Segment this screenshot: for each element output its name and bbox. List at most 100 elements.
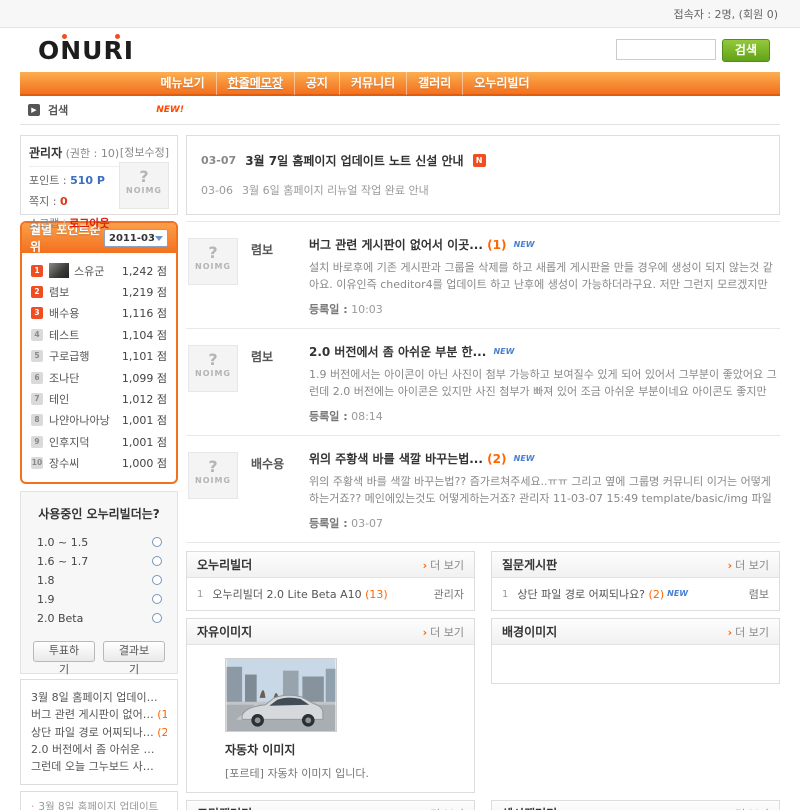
subnav: ▶ 검색 NEW! <box>20 96 780 125</box>
edit-info-link[interactable]: [정보수정] <box>120 144 169 160</box>
nav-item-builder[interactable]: 오누리빌더 <box>462 71 540 95</box>
post-body: 설치 바로후에 기존 게시판과 그룹을 삭제를 하고 새롭게 게시판을 만들 경… <box>309 261 773 292</box>
list-item[interactable]: 그런데 오늘 그누보드 사… <box>31 758 167 775</box>
nav-item-memo[interactable]: 한줄메모장 <box>215 71 294 95</box>
scrap-link[interactable]: 스크랩 <box>29 217 59 230</box>
noimg-thumbnail[interactable]: ? NOIMG <box>188 452 238 499</box>
noimg-thumbnail[interactable]: ? NOIMG <box>188 345 238 392</box>
post-date: 08:14 <box>351 410 383 423</box>
post-title[interactable]: 2.0 버전에서 좀 아쉬운 부분 한... NEW <box>309 343 778 360</box>
list-item[interactable]: 상단 파일 경로 어찌되나… (2) <box>31 724 167 741</box>
radio-button[interactable] <box>152 594 162 605</box>
rank-row[interactable]: 6 조나단 1,099 점 <box>31 367 167 388</box>
rank-row[interactable]: 8 나얀아나아낭 1,001 점 <box>31 410 167 431</box>
logo-dot <box>115 34 120 39</box>
rank-row[interactable]: 2 렴보 1,219 점 <box>31 281 167 302</box>
board-row[interactable]: 1 상단 파일 경로 어찌되나요? (2) NEW 렴보 <box>492 578 779 610</box>
header: ONURI 검색 <box>0 28 800 72</box>
mini-notice-box: ·3월 8일 홈페이지 업데이트 ·3월 7일 홈페이지 업데이트2 ·3월 7… <box>20 790 178 810</box>
post-body: 위의 주황색 바를 색깔 바꾸는법?? 즘가르쳐주세요..ㅠㅠ 그리고 옆에 그… <box>309 475 772 506</box>
post-author[interactable]: 렴보 <box>251 236 305 317</box>
poll-option: 1.0 ~ 1.5 <box>33 533 165 552</box>
new-icon: NEW <box>493 347 515 356</box>
car-photo[interactable] <box>225 658 337 732</box>
radio-button[interactable] <box>152 537 162 548</box>
month-select[interactable]: 2011-03 <box>104 229 168 247</box>
nav-item-gallery[interactable]: 갤러리 <box>406 71 462 95</box>
admin-permission: (권한 : 10) <box>65 147 120 160</box>
new-icon: NEW <box>513 454 535 463</box>
search-button[interactable]: 검색 <box>721 39 770 62</box>
board-sexy: 섹시갤러리 ›더 보기 <box>491 800 780 810</box>
board-title: 코믹갤러리 <box>197 805 423 810</box>
board-grid: 오누리빌더 › 더 보기 1 오누리빌더 2.0 Lite Beta A10 (1… <box>186 551 780 810</box>
visitor-count: 접속자 : 2명, (회원 0) <box>673 7 779 21</box>
header-search: 검색 <box>615 39 770 62</box>
more-link[interactable]: ›더 보기 <box>728 557 769 573</box>
more-link[interactable]: ›더 보기 <box>423 806 464 810</box>
board-title: 오누리빌더 <box>197 558 253 572</box>
nav-item-notice[interactable]: 공지 <box>293 71 339 95</box>
post-author[interactable]: 배수용 <box>251 450 305 531</box>
more-link[interactable]: ›더 보기 <box>728 624 769 640</box>
list-item[interactable]: 버그 관련 게시판이 없어… (1) <box>31 706 167 723</box>
poll-option: 1.8 <box>33 571 165 590</box>
site-logo[interactable]: ONURI <box>38 34 134 65</box>
more-link[interactable]: ›더 보기 <box>423 557 464 573</box>
rank-row[interactable]: 7 테인 1,012 점 <box>31 388 167 409</box>
more-link[interactable]: ›더 보기 <box>423 624 464 640</box>
recent-posts-box: 3월 8일 홈페이지 업데이… 버그 관련 게시판이 없어… (1) 상단 파일… <box>20 678 178 785</box>
logout-link[interactable]: 로그아웃 <box>69 217 109 230</box>
vote-button[interactable]: 투표하기 <box>33 640 95 676</box>
arrow-icon: ▶ <box>28 104 40 116</box>
post-item: ? NOIMG 렴보 2.0 버전에서 좀 아쉬운 부분 한... NEW 1.… <box>186 329 780 436</box>
admin-name: 관리자 <box>29 146 63 160</box>
nav-item-community[interactable]: 커뮤니티 <box>338 71 406 95</box>
poll-option: 1.9 <box>33 590 165 609</box>
list-item[interactable]: 2.0 버전에서 좀 아쉬운 … <box>31 741 167 758</box>
rank-row[interactable]: 4 테스트 1,104 점 <box>31 324 167 345</box>
logo-dot <box>62 34 67 39</box>
radio-button[interactable] <box>152 613 162 624</box>
board-question: 질문게시판 › 더 보기 1 상단 파일 경로 어찌되나요? (2) NEW 렴보 <box>491 551 780 611</box>
post-author[interactable]: 렴보 <box>251 343 305 424</box>
empty-board-body <box>492 645 779 683</box>
board-freeimage: 자유이미지 › 더 보기 자동차 이미지 [포르테] 자동차 이미지 입니다. <box>186 618 475 793</box>
board-title: 자유이미지 <box>197 625 253 639</box>
more-link[interactable]: ›더 보기 <box>728 806 769 810</box>
post-body: 1.9 버전에서는 아이콘이 아닌 사진이 첨부 가능하고 보여질수 있게 되어… <box>309 368 777 399</box>
memo-label: 쪽지 : <box>29 195 57 208</box>
rank-row[interactable]: 3 배수용 1,116 점 <box>31 303 167 324</box>
rank-row[interactable]: 9 인후지덕 1,001 점 <box>31 431 167 452</box>
image-post: 자동차 이미지 [포르테] 자동차 이미지 입니다. <box>187 645 474 792</box>
radio-button[interactable] <box>152 575 162 586</box>
admin-info-box: 관리자 (권한 : 10) [정보수정] 포인트 : 510 P 쪽지 : 0 … <box>20 135 178 230</box>
post-date: 03-07 <box>351 517 384 530</box>
new-icon: NEW <box>513 240 535 249</box>
topbar: 접속자 : 2명, (회원 0) <box>0 0 800 28</box>
new-post-badge: N <box>472 153 486 167</box>
rank-row[interactable]: 10 장수씨 1,000 점 <box>31 453 167 474</box>
post-item: ? NOIMG 배수용 위의 주황색 바를 색깔 바꾸는법... (2) NEW… <box>186 436 780 543</box>
image-post-title[interactable]: 자동차 이미지 <box>225 741 464 758</box>
noimg-thumbnail[interactable]: ? NOIMG <box>188 238 238 285</box>
featured-posts: ? NOIMG 렴보 버그 관련 게시판이 없어서 이곳... (1) NEW … <box>186 221 780 543</box>
notice-row[interactable]: 03-07 3월 7일 홈페이지 업데이트 노트 신설 안내 N <box>201 145 765 175</box>
subnav-search-label[interactable]: 검색 <box>48 102 68 118</box>
search-input[interactable] <box>615 39 716 60</box>
memo-count: 0 <box>59 195 68 208</box>
list-item[interactable]: 3월 8일 홈페이지 업데이… <box>31 689 167 706</box>
main-nav: 메뉴보기 한줄메모장 공지 커뮤니티 갤러리 오누리빌더 <box>20 71 780 96</box>
board-row[interactable]: 1 오누리빌더 2.0 Lite Beta A10 (13) 관리자 <box>187 578 474 610</box>
post-title[interactable]: 위의 주황색 바를 색깔 바꾸는법... (2) NEW <box>309 450 778 467</box>
board-bgimage: 배경이미지 › 더 보기 <box>491 618 780 684</box>
notice-row[interactable]: 03-06 3월 6일 홈페이지 리뉴얼 작업 완료 안내 <box>201 175 765 205</box>
rank-row[interactable]: 5 구로급행 1,101 점 <box>31 346 167 367</box>
board-title: 질문게시판 <box>502 558 558 572</box>
nav-item-menu[interactable]: 메뉴보기 <box>150 71 216 95</box>
radio-button[interactable] <box>152 556 162 567</box>
result-button[interactable]: 결과보기 <box>103 640 165 676</box>
list-item[interactable]: · 3월 8일 홈페이지 업데이트 <box>31 800 167 810</box>
rank-row[interactable]: 1 스유군 1,242 점 <box>31 260 167 281</box>
post-title[interactable]: 버그 관련 게시판이 없어서 이곳... (1) NEW <box>309 236 778 253</box>
